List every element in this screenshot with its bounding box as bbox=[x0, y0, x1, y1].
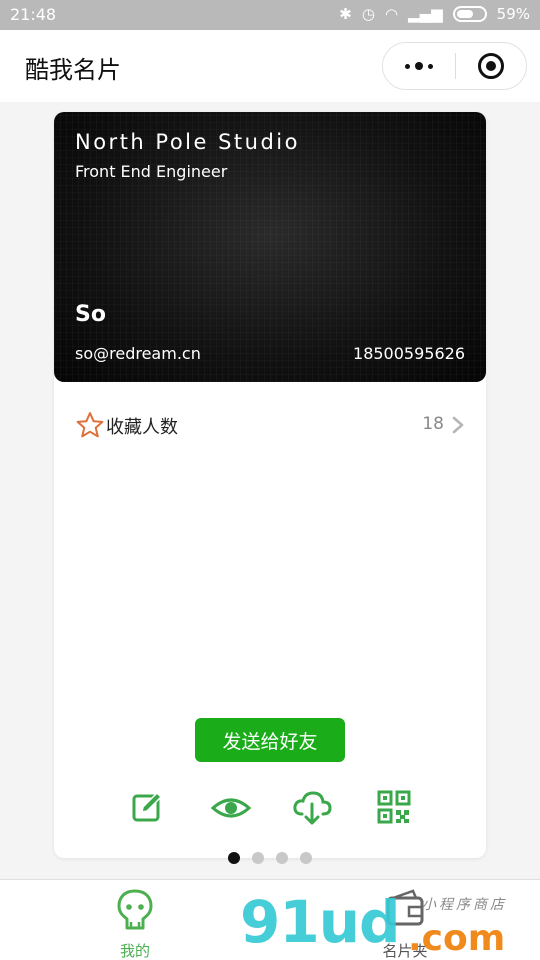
battery-percent: 59% bbox=[496, 5, 530, 23]
wifi-icon: ◠ bbox=[384, 5, 399, 23]
card-company: North Pole Studio bbox=[75, 130, 300, 154]
pager-dots bbox=[0, 852, 540, 864]
pager-dot-3[interactable] bbox=[276, 852, 288, 864]
card-job-title: Front End Engineer bbox=[75, 162, 228, 181]
close-target-icon bbox=[478, 53, 504, 79]
bluetooth-icon: ✱ bbox=[339, 5, 352, 23]
favorites-count: 18 bbox=[422, 414, 444, 434]
tab-cardholder[interactable]: 名片夹 bbox=[345, 888, 465, 960]
page-title: 酷我名片 bbox=[25, 56, 121, 84]
edit-icon[interactable] bbox=[128, 790, 168, 826]
close-button[interactable] bbox=[456, 53, 526, 79]
card-email: so@redream.cn bbox=[75, 344, 201, 363]
card-panel: North Pole Studio Front End Engineer So … bbox=[54, 112, 486, 858]
star-icon bbox=[76, 412, 104, 438]
favorites-label: 收藏人数 bbox=[106, 417, 178, 438]
pager-dot-4[interactable] bbox=[300, 852, 312, 864]
more-menu-button[interactable] bbox=[383, 43, 455, 89]
eye-icon[interactable] bbox=[211, 790, 251, 826]
tab-bar: 我的 名片夹 bbox=[0, 879, 540, 960]
chevron-right-icon bbox=[452, 416, 464, 434]
battery-icon bbox=[452, 6, 487, 22]
tab-mine-label: 我的 bbox=[119, 942, 150, 960]
alarm-icon: ◷ bbox=[361, 5, 375, 23]
more-dots-icon bbox=[405, 63, 410, 69]
tab-cardholder-label: 名片夹 bbox=[382, 942, 428, 960]
status-time: 21:48 bbox=[10, 5, 57, 24]
tab-mine[interactable]: 我的 bbox=[75, 888, 195, 960]
send-to-friend-button[interactable]: 发送给好友 bbox=[195, 718, 345, 762]
nav-bar: 酷我名片 bbox=[0, 30, 540, 102]
mini-program-capsule bbox=[382, 42, 527, 90]
card-phone: 18500595626 bbox=[353, 344, 465, 363]
status-icons: ✱ ◷ ◠ ▂▄▆ 59% bbox=[339, 5, 530, 23]
card-actions bbox=[54, 790, 486, 830]
status-bar: 21:48 ✱ ◷ ◠ ▂▄▆ 59% bbox=[0, 0, 540, 30]
favorites-row[interactable]: 收藏人数 18 bbox=[54, 408, 486, 444]
qrcode-icon[interactable] bbox=[374, 790, 414, 826]
pager-dot-1[interactable] bbox=[228, 852, 240, 864]
business-card[interactable]: North Pole Studio Front End Engineer So … bbox=[54, 112, 486, 382]
card-name: So bbox=[75, 302, 106, 327]
signal-icon: ▂▄▆ bbox=[408, 5, 443, 23]
pager-dot-2[interactable] bbox=[252, 852, 264, 864]
cardholder-icon bbox=[386, 889, 424, 926]
cloud-download-icon[interactable] bbox=[292, 790, 332, 826]
face-icon bbox=[117, 889, 153, 930]
